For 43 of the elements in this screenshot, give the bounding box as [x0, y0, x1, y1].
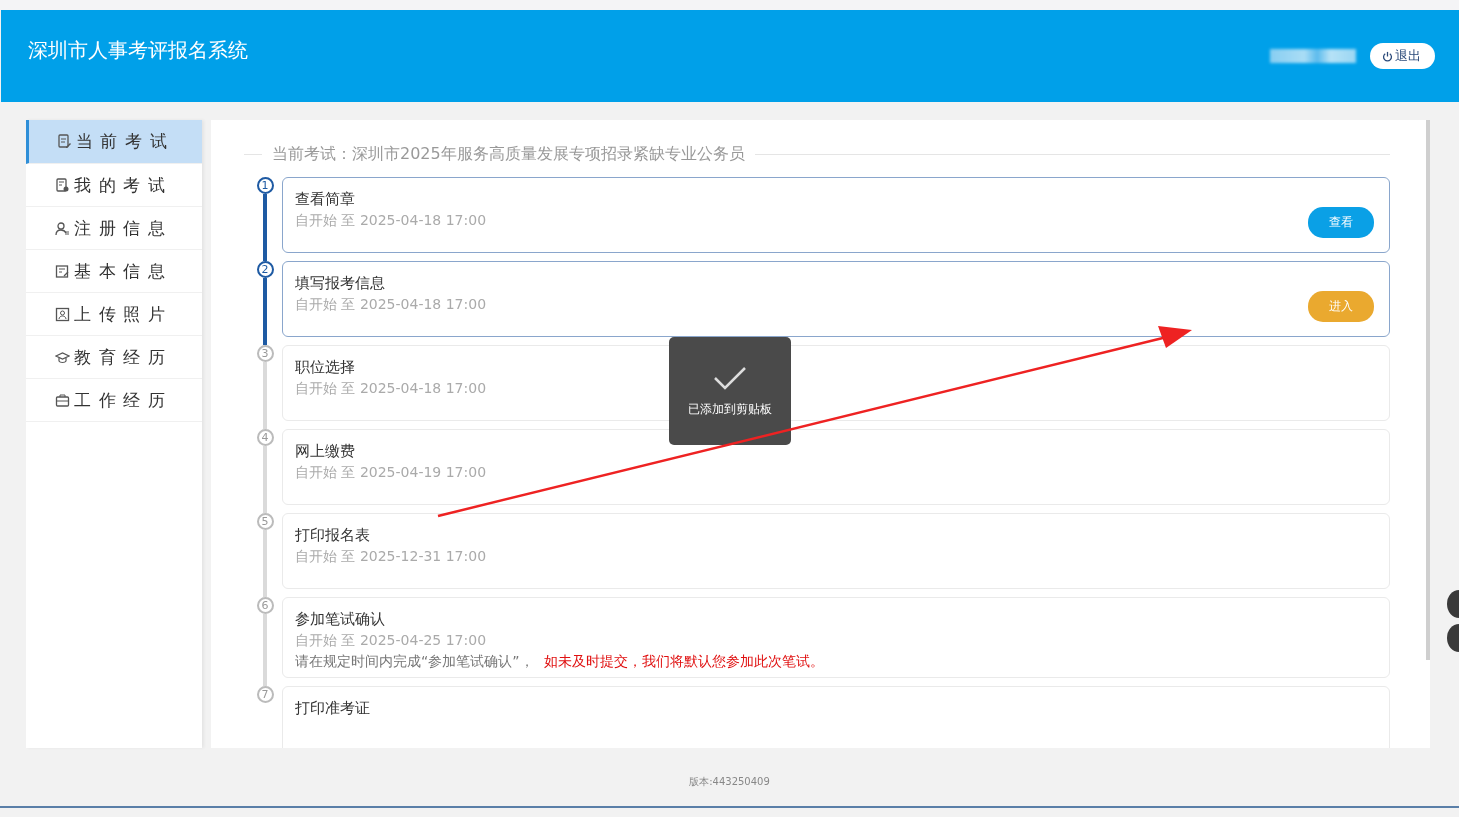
sidebar-item[interactable]: 上传照片 [26, 293, 202, 336]
toast-message: 已添加到剪贴板 [688, 400, 772, 418]
step-number: 3 [256, 345, 274, 362]
step-note: 请在规定时间内完成“参加笔试确认”， 如未及时提交，我们将默认您参加此次笔试。 [295, 653, 824, 671]
step-title: 职位选择 [295, 358, 356, 377]
logout-button[interactable]: 退出 [1370, 43, 1435, 69]
step-number: 2 [256, 261, 274, 278]
step-period: 自开始 至 2025-04-19 17:00 [295, 464, 487, 482]
step-period: 自开始 至 2025-04-18 17:00 [295, 296, 487, 314]
sidebar-item[interactable]: 我的考试 [26, 164, 202, 207]
system-title: 深圳市人事考评报名系统 [28, 36, 248, 64]
menu-item-icon [56, 134, 72, 149]
step-period: 自开始 至 2025-04-18 17:00 [295, 380, 487, 398]
step-title: 打印报名表 [295, 526, 371, 545]
sidebar-item[interactable]: 当前考试 [26, 120, 202, 164]
exam-heading: 当前考试：深圳市2025年服务高质量发展专项招录紧缺专业公务员 [272, 144, 745, 165]
step-number: 7 [256, 686, 274, 703]
step-period: 自开始 至 2025-12-31 17:00 [295, 548, 487, 566]
sidebar-item[interactable]: 教育经历 [26, 336, 202, 379]
step-title: 填写报考信息 [295, 274, 386, 293]
check-icon [712, 364, 748, 391]
sidebar-item[interactable]: 基本信息 [26, 250, 202, 293]
version-text: 版本:443250409 [689, 776, 770, 787]
step-title: 参加笔试确认 [295, 610, 386, 629]
power-icon [1382, 50, 1393, 62]
sidebar-item[interactable]: 工作经历 [26, 379, 202, 422]
warning-text: 如未及时提交，我们将默认您参加此次笔试。 [543, 653, 824, 669]
step-number: 4 [256, 429, 274, 446]
step-number: 1 [256, 177, 274, 194]
sidebar-item[interactable]: 注册信息 [26, 207, 202, 250]
menu-item-icon [55, 306, 71, 322]
step-period: 自开始 至 2025-04-18 17:00 [295, 212, 487, 230]
step-number: 5 [256, 513, 274, 530]
step-title: 查看简章 [295, 190, 356, 209]
menu-item-icon [55, 177, 71, 193]
step-period: 自开始 至 2025-04-25 17:00 [295, 632, 488, 650]
menu-item-icon [55, 220, 71, 236]
step-number: 6 [256, 597, 274, 614]
step-title: 网上缴费 [295, 442, 356, 461]
menu-item-icon [55, 392, 71, 408]
menu-item-icon [55, 349, 71, 365]
step-title: 打印准考证 [295, 699, 370, 718]
menu-item-icon [55, 263, 71, 279]
